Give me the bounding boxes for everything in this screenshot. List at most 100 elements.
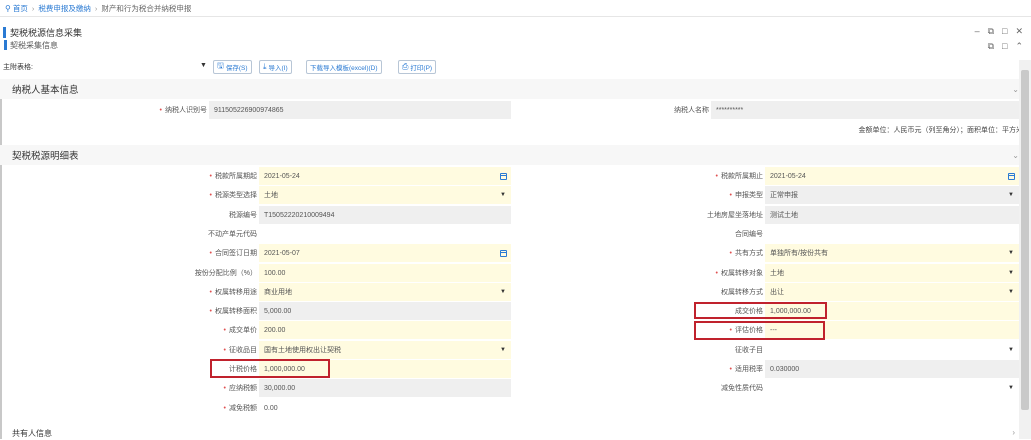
dropdown-arrow-icon[interactable]: ▼ [1008,347,1014,353]
detail-left-field[interactable]: 2021-05-07 [259,244,511,262]
required-marker: • [209,172,212,180]
detail-right-label: • 权属转移对象 [600,264,766,282]
required-marker: • [729,249,732,257]
field-value: 30,000.00 [264,384,296,392]
required-marker: • [715,269,718,277]
field-value: 单独所有/按份共有 [770,250,828,257]
dropdown-arrow-icon[interactable]: ▼ [1008,192,1014,198]
detail-left-field[interactable]: 200.00 [259,321,511,339]
breadcrumb-home[interactable]: 首页 [13,3,28,14]
save-button[interactable]: 🖫 保存(S) [213,60,252,74]
import-button[interactable]: ⤓ 导入(I) [259,60,292,74]
field-value: 5,000.00 [264,307,292,315]
detail-left-field: T15052220210009494 [259,206,511,224]
detail-left-label: • 税源类型选择 [100,186,260,204]
download-template-button[interactable]: 下载导入模板(excel)(D) [306,60,382,74]
dropdown-arrow-icon[interactable]: ▼ [500,289,506,295]
detail-right-field[interactable]: 土地 ▼ [765,264,1019,282]
subwindow-title: 契税采集信息 [4,40,58,50]
field-label-text: 征收子目 [735,347,763,354]
field-value: 测试土地 [770,212,798,219]
required-marker: • [209,307,212,315]
chevron-up-icon[interactable]: ⌃ [1015,41,1023,52]
field-label-text: 权属转移方式 [721,289,763,296]
field-label-text: 申报类型 [735,192,763,199]
detail-left-field[interactable]: 商业用地 ▼ [259,283,511,301]
breadcrumb-level1[interactable]: 税费申报及缴纳 [38,3,91,14]
detail-left-field[interactable]: 国有土地使用权出让契税 ▼ [259,341,511,359]
dropdown-arrow-icon[interactable]: ▼ [500,347,506,353]
required-marker: • [223,326,226,334]
import-label: 导入(I) [268,65,288,72]
scrollbar-thumb[interactable] [1021,70,1029,410]
detail-left-label: 税源编号 [100,206,260,224]
unit-note: 金额单位：人民币元（列至角分）；面积单位：平方米 [858,127,1024,134]
maximize-icon[interactable]: □ [1002,26,1007,37]
detail-right-field[interactable]: ▼ [765,341,1019,359]
dropdown-arrow-icon[interactable]: ▼ [1008,270,1014,276]
detail-right-label: • 适用税率 [600,360,766,378]
dropdown-arrow-icon[interactable]: ▼ [500,192,506,198]
window-controls: – ⧉ □ ✕ [975,26,1023,37]
detail-right-label: • 税款所属期止 [600,167,766,185]
detail-right-label: • 申报类型 [600,186,766,204]
field-value: T15052220210009494 [264,211,335,219]
section-header-detail[interactable]: 契税税源明细表 ⌄ [0,145,1031,165]
detail-right-field[interactable]: ▼ [765,379,1019,397]
detail-right-field[interactable] [765,225,1019,243]
field-label-text: 减免性质代码 [721,385,763,392]
field-value: 出让 [770,289,784,296]
dropdown-arrow-icon[interactable]: ▼ [1008,250,1014,256]
chevron-down-icon[interactable]: ⌄ [1012,85,1019,94]
calendar-icon[interactable] [500,249,507,257]
section-title: 共有人信息 [12,429,52,438]
field-value: 土地 [770,270,784,277]
highlight-box-transaction-price [694,302,827,319]
field-value: 200.00 [264,326,286,334]
restore-icon[interactable]: ⧉ [988,26,994,37]
breadcrumb-separator: › [31,3,35,13]
field-label-text: 共有方式 [735,250,763,257]
detail-left-field[interactable] [259,225,511,243]
field-value: 2021-05-07 [264,249,300,257]
section-title: 契税税源明细表 [12,151,79,162]
field-label-text: 权属转移面积 [215,308,257,315]
field-value: 国有土地使用权出让契税 [264,347,341,354]
section-header-basic[interactable]: 纳税人基本信息 ⌄ [0,79,1031,99]
section-header-co-owners[interactable]: 共有人信息 › [0,428,1019,440]
detail-right-field[interactable]: 出让 ▼ [765,283,1019,301]
taxpayer-id-value: 911505226900974865 [214,106,284,114]
calendar-icon[interactable] [1008,172,1015,180]
detail-left-field[interactable]: 土地 ▼ [259,186,511,204]
field-value: 100.00 [264,269,286,277]
required-marker: • [209,191,212,199]
calendar-icon[interactable] [500,172,507,180]
detail-left-field[interactable]: 0.00 [259,399,511,417]
dropdown-arrow-icon[interactable]: ▼ [1008,385,1014,391]
detail-right-field[interactable]: 2021-05-24 [765,167,1019,185]
required-marker: • [159,106,162,114]
chevron-right-icon[interactable]: › [1012,428,1015,437]
field-value: 商业用地 [264,289,292,296]
field-label-text: 税款所属期起 [215,173,257,180]
chevron-down-icon[interactable]: ⌄ [1012,151,1019,160]
required-marker: • [715,172,718,180]
field-label-text: 不动产单元代码 [208,231,257,238]
maximize-icon[interactable]: □ [1002,41,1007,52]
section-title: 纳税人基本信息 [12,85,79,96]
detail-right-label: 减免性质代码 [600,379,766,397]
scrollbar[interactable] [1019,60,1031,439]
required-marker: • [729,191,732,199]
field-label-text: 适用税率 [735,366,763,373]
close-icon[interactable]: ✕ [1015,26,1023,37]
dropdown-arrow-icon[interactable]: ▼ [1008,289,1014,295]
field-label-text: 成交单价 [229,327,257,334]
restore-icon[interactable]: ⧉ [988,41,994,52]
detail-left-field[interactable]: 2021-05-24 [259,167,511,185]
detail-right-label: • 共有方式 [600,244,766,262]
detail-right-field[interactable]: 单独所有/按份共有 ▼ [765,244,1019,262]
minimize-icon[interactable]: – [975,26,980,37]
form-select-dropdown-icon[interactable]: ▼ [200,62,207,69]
print-button[interactable]: ⎙ 打印(P) [398,60,437,74]
detail-left-field[interactable]: 100.00 [259,264,511,282]
